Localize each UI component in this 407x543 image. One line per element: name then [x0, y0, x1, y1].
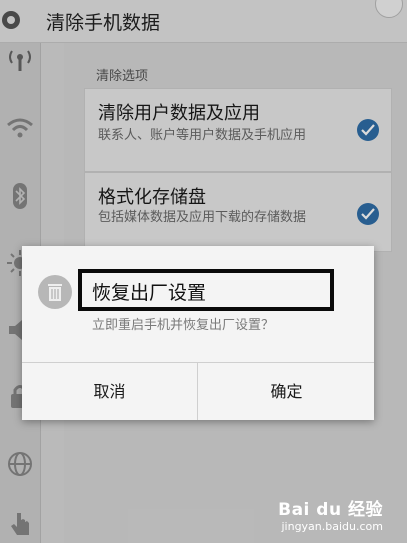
confirm-button[interactable]: 确定 — [199, 363, 374, 420]
trash-icon — [38, 275, 72, 309]
watermark-url: jingyan.baidu.com — [281, 520, 383, 533]
watermark: Bai du 经验 jingyan.baidu.com — [278, 495, 383, 533]
reset-dialog: 恢复出厂设置 立即重启手机并恢复出厂设置？ 取消 确定 — [22, 246, 374, 420]
cancel-button[interactable]: 取消 — [22, 363, 198, 420]
dialog-message: 立即重启手机并恢复出厂设置？ — [92, 318, 275, 333]
settings-screen: 清除手机数据 清除选项 清除用户数据及应用 联系人、账户等用户数据及手机应用 格… — [0, 0, 407, 543]
annotation-highlight-box — [78, 269, 334, 311]
watermark-logo: Bai du 经验 — [278, 500, 383, 520]
dialog-button-bar: 取消 确定 — [22, 362, 374, 420]
